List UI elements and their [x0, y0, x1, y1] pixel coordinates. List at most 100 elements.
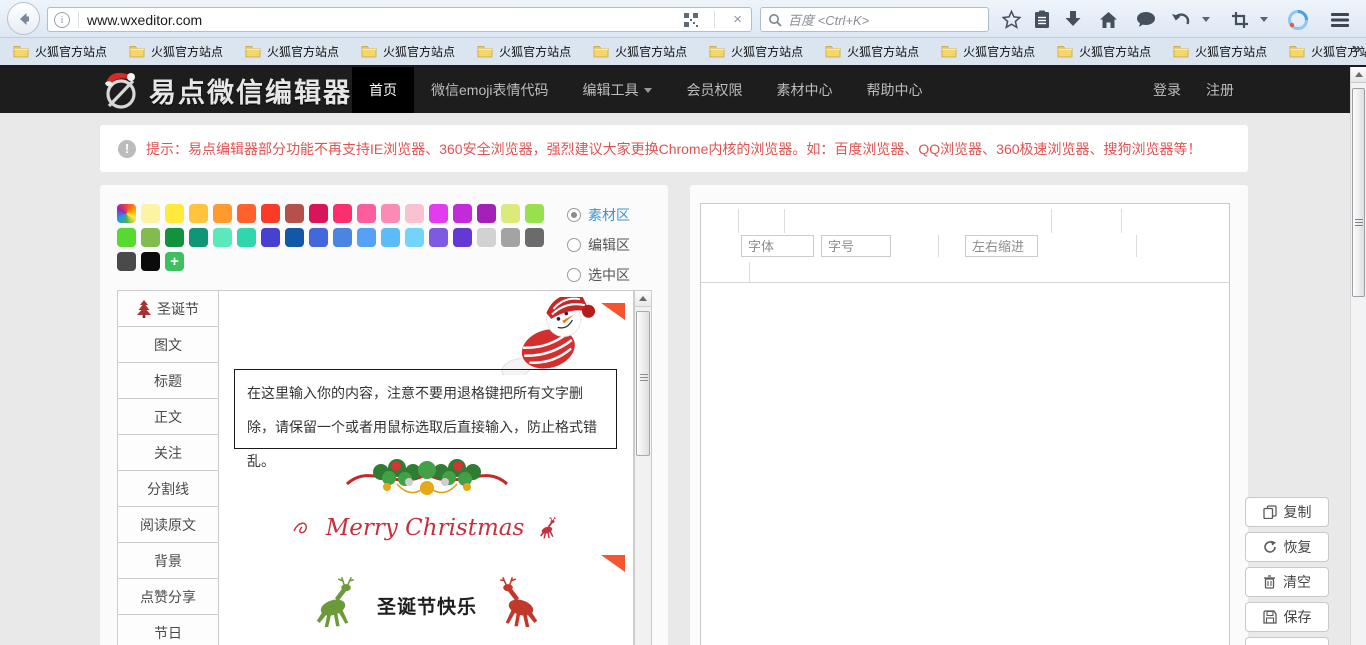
chat-bubble-button[interactable] — [1132, 6, 1159, 33]
bookmark-star-button[interactable] — [998, 6, 1025, 33]
nav-item[interactable]: 微信emoji表情代码 — [414, 67, 565, 113]
color-swatch[interactable] — [357, 204, 376, 223]
color-swatch[interactable] — [141, 228, 160, 247]
url-text[interactable]: www.wxeditor.com — [87, 12, 683, 28]
rainbow-swatch[interactable] — [117, 204, 136, 223]
color-swatch[interactable] — [285, 228, 304, 247]
category-item[interactable]: 节日 — [118, 615, 218, 645]
color-swatch[interactable] — [213, 228, 232, 247]
color-swatch[interactable] — [357, 228, 376, 247]
color-swatch[interactable] — [237, 204, 256, 223]
category-item[interactable]: 分割线 — [118, 471, 218, 507]
color-swatch[interactable] — [333, 228, 352, 247]
nav-item[interactable]: 帮助中心 — [849, 67, 939, 113]
snowman-image[interactable] — [471, 297, 621, 375]
color-swatch[interactable] — [429, 204, 448, 223]
scroll-up-button[interactable] — [1351, 67, 1366, 83]
bookmark-item[interactable]: 火狐官方站点 — [930, 40, 1046, 64]
login-link[interactable]: 登录 — [1153, 67, 1181, 113]
indent-input[interactable] — [965, 235, 1038, 257]
action-button-partial[interactable] — [1245, 637, 1329, 645]
color-swatch[interactable] — [501, 228, 520, 247]
color-swatch[interactable] — [117, 252, 136, 271]
color-swatch[interactable] — [381, 228, 400, 247]
color-swatch[interactable] — [213, 204, 232, 223]
scrollbar-thumb[interactable] — [636, 311, 650, 456]
area-radio[interactable]: 素材区 — [567, 205, 630, 225]
extension-logo-icon[interactable] — [1284, 6, 1311, 33]
area-radio[interactable]: 选中区 — [567, 265, 630, 285]
undo-button[interactable] — [1167, 6, 1194, 33]
save-button[interactable]: 保存 — [1245, 602, 1329, 632]
color-swatch[interactable] — [381, 204, 400, 223]
color-swatch[interactable] — [453, 228, 472, 247]
site-info-icon[interactable]: i — [54, 12, 70, 28]
copy-button[interactable]: 复制 — [1245, 497, 1329, 527]
font-size-input[interactable] — [821, 235, 891, 257]
clear-button[interactable]: 清空 — [1245, 567, 1329, 597]
bookmark-item[interactable]: 火狐官方站点 — [814, 40, 930, 64]
color-swatch[interactable] — [165, 204, 184, 223]
color-swatch[interactable] — [189, 228, 208, 247]
nav-item[interactable]: 编辑工具 — [565, 67, 669, 113]
merry-christmas-banner[interactable]: Merry Christmas — [219, 515, 634, 542]
color-swatch[interactable] — [309, 228, 328, 247]
menu-button[interactable] — [1326, 6, 1353, 33]
bookmark-item[interactable]: 火狐官方站点 — [1162, 40, 1278, 64]
color-swatch[interactable] — [429, 228, 448, 247]
color-swatch[interactable] — [141, 204, 160, 223]
color-swatch[interactable] — [261, 204, 280, 223]
category-item[interactable]: 正文 — [118, 399, 218, 435]
back-button[interactable] — [7, 2, 40, 35]
color-swatch[interactable] — [453, 204, 472, 223]
color-swatch[interactable] — [525, 228, 544, 247]
bookmark-item[interactable]: 火狐官方站点 — [582, 40, 698, 64]
category-item[interactable]: 关注 — [118, 435, 218, 471]
bookmark-item[interactable]: 火狐官方站点 — [1046, 40, 1162, 64]
color-swatch[interactable] — [141, 252, 160, 271]
color-swatch[interactable] — [525, 204, 544, 223]
url-bar[interactable]: i www.wxeditor.com × — [47, 7, 752, 32]
color-swatch[interactable] — [405, 204, 424, 223]
qr-code-icon[interactable] — [683, 12, 699, 28]
nav-item[interactable]: 会员权限 — [669, 67, 759, 113]
category-item[interactable]: 标题 — [118, 363, 218, 399]
nav-item[interactable]: 素材中心 — [759, 67, 849, 113]
editor-box[interactable] — [700, 203, 1230, 645]
template-text-box[interactable]: 在这里输入你的内容，注意不要用退格键把所有文字删除，请保留一个或者用鼠标选取后直… — [234, 369, 617, 449]
material-scrollbar[interactable] — [634, 290, 652, 645]
category-item[interactable]: 图文 — [118, 327, 218, 363]
color-swatch[interactable] — [285, 204, 304, 223]
color-swatch[interactable] — [477, 204, 496, 223]
scroll-up-button[interactable] — [635, 291, 651, 307]
color-swatch[interactable] — [501, 204, 520, 223]
page-scrollbar[interactable] — [1350, 67, 1366, 645]
area-radio[interactable]: 编辑区 — [567, 235, 630, 255]
color-swatch[interactable] — [333, 204, 352, 223]
category-item[interactable]: 点赞分享 — [118, 579, 218, 615]
nav-item[interactable]: 首页 — [352, 67, 414, 113]
color-swatch[interactable] — [309, 204, 328, 223]
color-swatch[interactable] — [189, 204, 208, 223]
color-swatch[interactable] — [477, 228, 496, 247]
editor-content[interactable] — [701, 283, 1229, 645]
bookmark-item[interactable]: 火狐官方站点 — [466, 40, 582, 64]
register-link[interactable]: 注册 — [1206, 67, 1234, 113]
font-family-input[interactable] — [741, 235, 814, 257]
color-swatch[interactable] — [261, 228, 280, 247]
color-swatch[interactable] — [237, 228, 256, 247]
crop-tool-button[interactable] — [1226, 6, 1253, 33]
site-logo[interactable]: 易点微信编辑器 — [100, 67, 352, 113]
restore-button[interactable]: 恢复 — [1245, 532, 1329, 562]
undo-dropdown-button[interactable] — [1198, 6, 1214, 33]
color-swatch[interactable] — [405, 228, 424, 247]
scrollbar-thumb[interactable] — [1352, 88, 1365, 297]
bookmark-item[interactable]: 火狐官方站点 — [118, 40, 234, 64]
stop-load-icon[interactable]: × — [730, 12, 745, 27]
category-item[interactable]: 背景 — [118, 543, 218, 579]
bookmark-item[interactable]: 火狐官方站点 — [234, 40, 350, 64]
crop-dropdown-button[interactable] — [1256, 6, 1272, 33]
color-swatch[interactable] — [117, 228, 136, 247]
search-bar[interactable]: 百度 <Ctrl+K> — [760, 7, 989, 32]
reading-list-button[interactable] — [1028, 6, 1055, 33]
